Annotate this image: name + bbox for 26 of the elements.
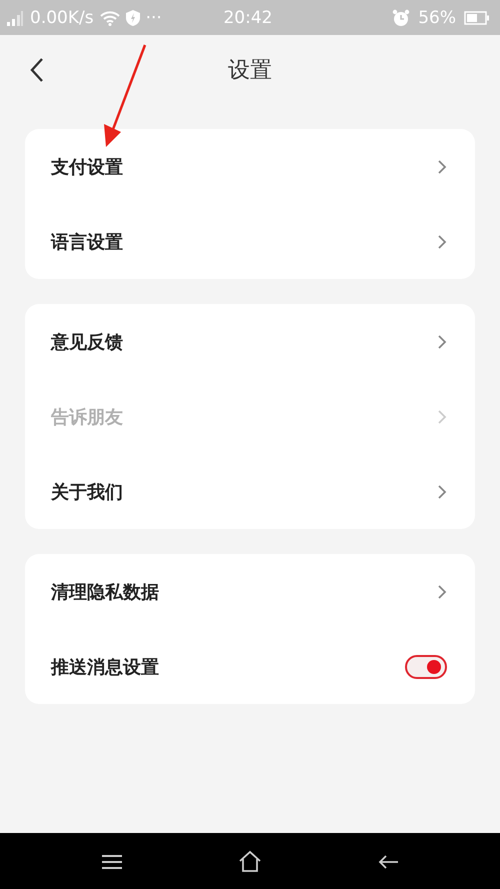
chevron-icon — [437, 334, 447, 350]
settings-item-label[interactable]: 清理隐私数据 — [51, 580, 159, 604]
more-notifications: ··· — [146, 8, 162, 28]
toggle-switch[interactable] — [405, 654, 447, 678]
shield-icon — [126, 10, 140, 26]
signal-icon — [6, 10, 24, 26]
clock-time: 20:42 — [223, 8, 272, 28]
settings-item-label[interactable]: 支付设置 — [51, 154, 123, 178]
home-icon[interactable] — [238, 850, 262, 872]
back-icon[interactable] — [378, 855, 400, 869]
settings-item-label[interactable]: 推送消息设置 — [51, 654, 159, 678]
page-title: 设置 — [228, 57, 272, 85]
settings-item-label[interactable]: 关于我们 — [51, 480, 123, 504]
wifi-icon — [100, 10, 120, 26]
chevron-icon — [437, 158, 447, 174]
chevron-icon — [437, 408, 447, 424]
settings-item-label[interactable]: 意见反馈 — [51, 330, 123, 354]
chevron-icon — [437, 584, 447, 600]
network-speed: 0.00K/s — [30, 8, 94, 28]
settings-item-label[interactable]: 语言设置 — [51, 230, 123, 254]
battery-percent: 56% — [418, 8, 456, 28]
battery-icon — [464, 10, 490, 24]
menu-icon[interactable] — [101, 854, 123, 870]
chevron-icon — [437, 234, 447, 250]
alarm-icon — [392, 8, 410, 26]
chevron-icon — [437, 484, 447, 500]
